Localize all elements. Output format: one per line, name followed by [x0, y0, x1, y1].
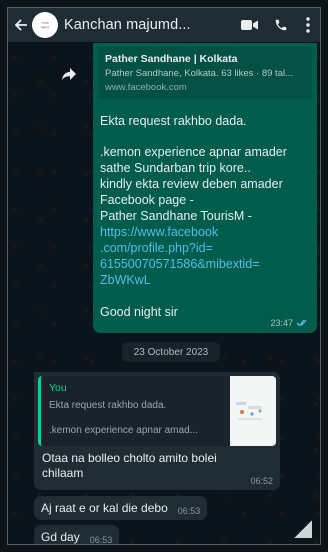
- quote-thumbnail: [230, 376, 276, 446]
- outgoing-message[interactable]: Pather Sandhane | Kolkata Pather Sandhan…: [93, 43, 317, 333]
- chat-window: পথের সন্ধানে Kanchan majumd... Pather San…: [7, 7, 321, 545]
- quote-author: You: [49, 382, 67, 394]
- page-curl-decoration: [294, 520, 312, 538]
- message-meta: 23:47: [270, 318, 310, 328]
- link-thumbnail-image: [236, 402, 262, 420]
- message-time: 06:53: [89, 535, 113, 545]
- incoming-reply-message[interactable]: You Ekta request rakhbo dada. .kemon exp…: [34, 372, 280, 490]
- message-line: Ekta request rakhbo dada.: [100, 114, 247, 128]
- message-line: .kemon experience apnar amader: [100, 145, 287, 159]
- link-preview-domain: www.facebook.com: [105, 82, 187, 93]
- date-separator: 23 October 2023: [122, 342, 220, 362]
- message-link[interactable]: .com/profile.php?id=: [100, 240, 310, 256]
- phone-icon[interactable]: [272, 16, 290, 34]
- back-arrow-icon[interactable]: [14, 18, 28, 32]
- message-link[interactable]: https://www.facebook: [100, 224, 310, 240]
- link-preview-description: Pather Sandhane, Kolkata. 63 likes · 89 …: [105, 68, 294, 79]
- message-line: Facebook page -: [100, 193, 194, 207]
- message-line: sathe Sundarban trip kore..: [100, 161, 251, 175]
- message-time: 23:47: [270, 318, 293, 328]
- message-time: 06:53: [177, 506, 201, 516]
- message-line: Pather Sandhane TourisM -: [100, 209, 252, 223]
- chat-header: পথের সন্ধানে Kanchan majumd...: [8, 8, 320, 42]
- more-options-icon[interactable]: [304, 16, 312, 34]
- avatar[interactable]: পথের সন্ধানে: [32, 12, 58, 38]
- contact-name[interactable]: Kanchan majumd...: [64, 17, 226, 33]
- forward-button[interactable]: [56, 61, 82, 87]
- message-link[interactable]: 61550070571586&mibextid=: [100, 256, 310, 272]
- message-time: 06:52: [250, 476, 273, 486]
- incoming-message[interactable]: Gd day 06:53: [34, 525, 120, 545]
- message-text: Gd day: [41, 530, 80, 544]
- quote-text: Ekta request rakhbo dada.: [49, 400, 167, 411]
- link-preview-title: Pather Sandhane | Kolkata: [105, 53, 238, 65]
- message-line: chilaam: [42, 466, 84, 480]
- quote-text: .kemon experience apnar amad...: [49, 425, 198, 436]
- video-call-icon[interactable]: [240, 16, 258, 34]
- message-line: kindly ekta review deben amader: [100, 177, 283, 191]
- read-ticks-icon: [296, 319, 307, 327]
- incoming-message[interactable]: Aj raat e or kal die debo 06:53: [34, 496, 208, 520]
- message-line: Otaa na bolleo cholto amito bolei: [42, 451, 217, 465]
- quoted-message[interactable]: You Ekta request rakhbo dada. .kemon exp…: [38, 376, 276, 446]
- svg-text:পথের: পথের: [41, 21, 49, 25]
- svg-text:সন্ধানে: সন্ধানে: [40, 26, 50, 30]
- link-preview[interactable]: Pather Sandhane | Kolkata Pather Sandhan…: [98, 47, 312, 99]
- forward-icon: [62, 68, 76, 80]
- message-link[interactable]: ZbWKwL: [100, 272, 310, 288]
- message-text: Aj raat e or kal die debo: [41, 501, 168, 515]
